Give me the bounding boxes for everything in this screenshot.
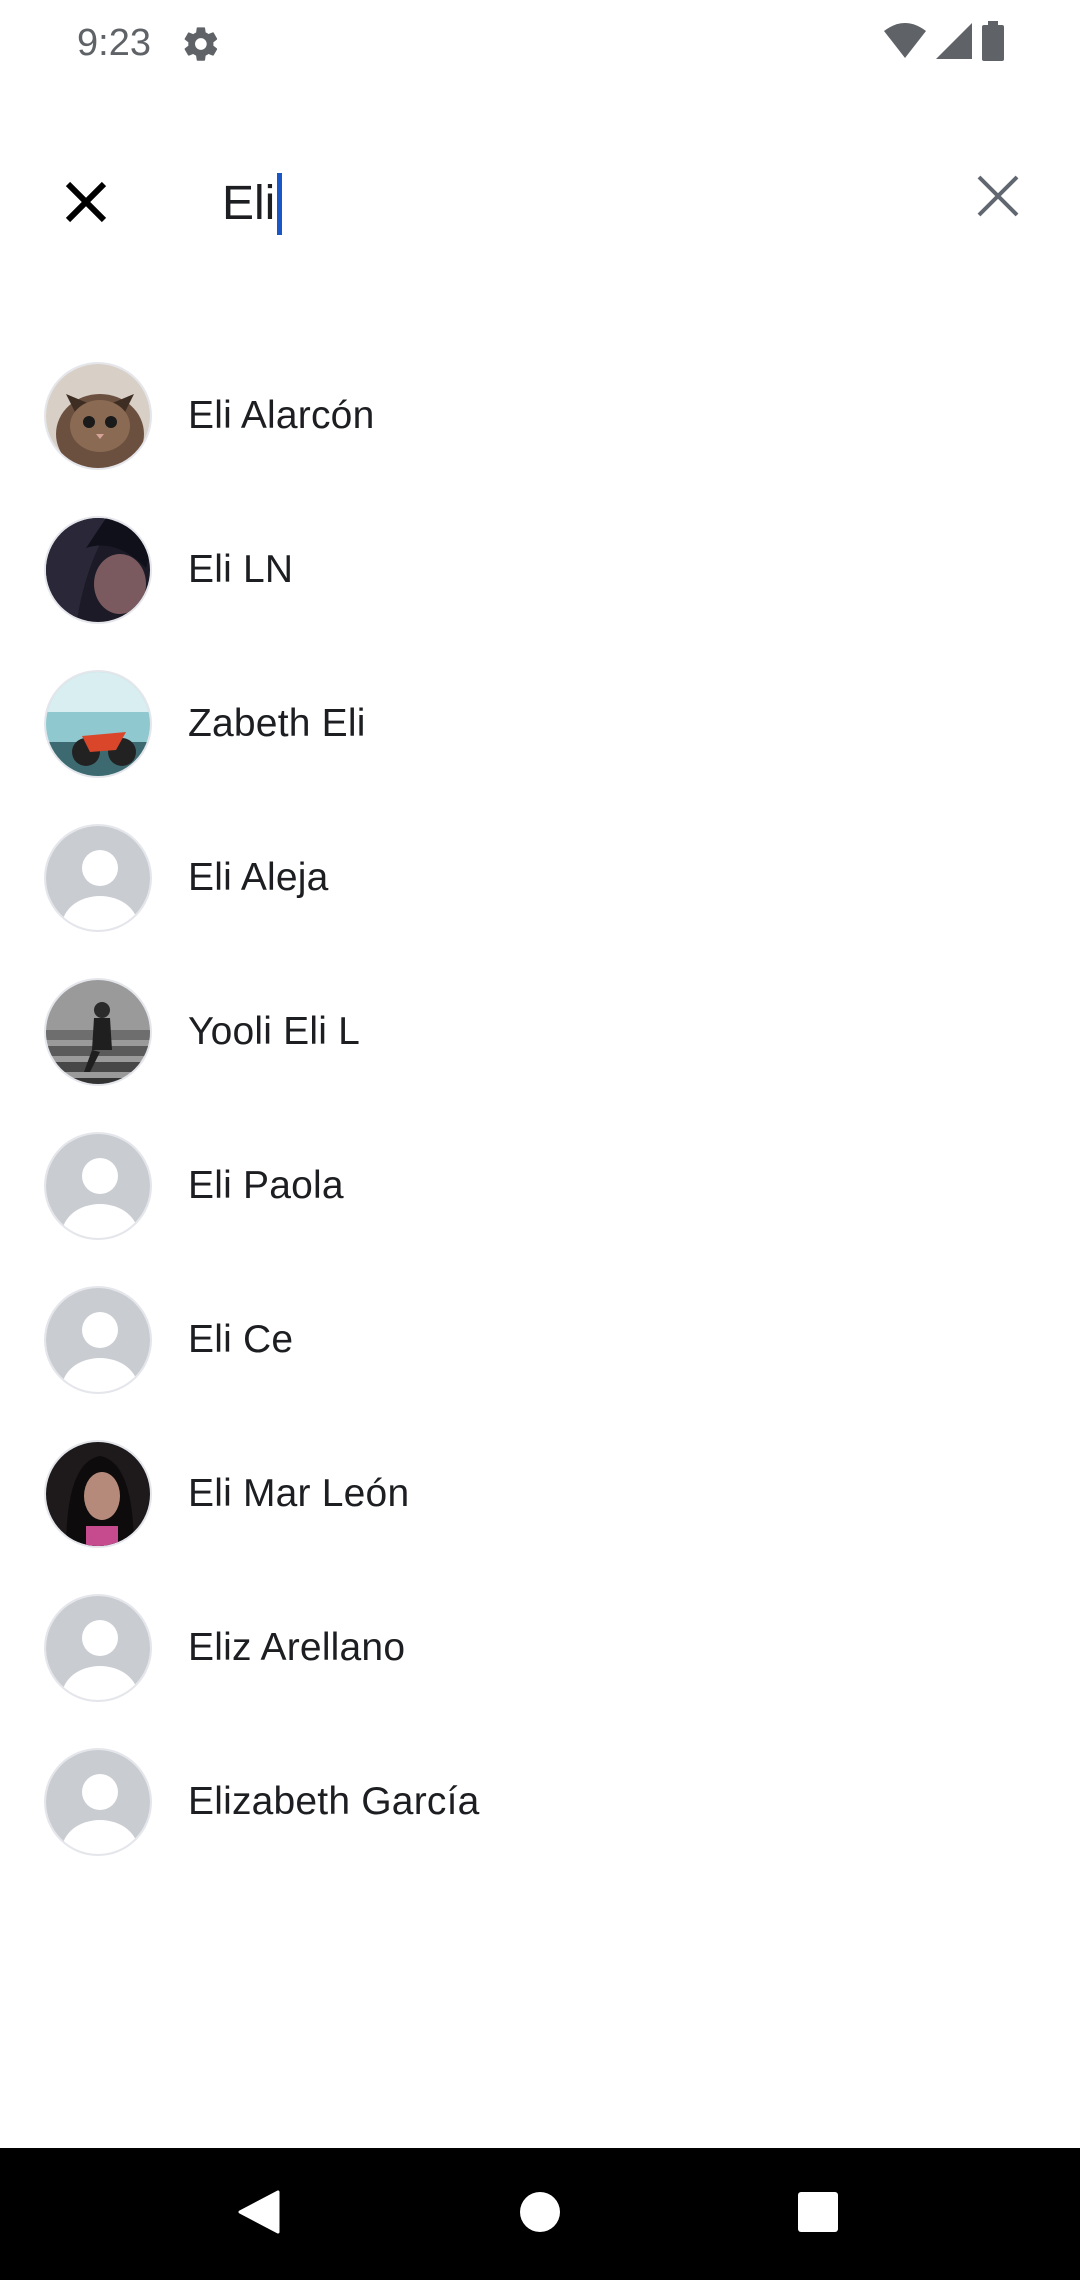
list-item[interactable]: Zabeth Eli [0, 647, 1080, 801]
default-avatar [44, 824, 152, 932]
wifi-icon [884, 22, 926, 64]
contact-name: Zabeth Eli [188, 702, 366, 745]
recents-button[interactable] [782, 2178, 854, 2250]
search-header: Eli [0, 140, 1080, 260]
default-avatar [44, 1132, 152, 1240]
recents-icon [797, 2191, 839, 2238]
avatar-photo-dark [44, 516, 152, 624]
avatar-photo-motorcycle [44, 670, 152, 778]
contact-name: Eli Mar León [188, 1472, 410, 1515]
clear-search-button[interactable] [962, 162, 1034, 234]
list-item[interactable]: Eli Alarcón [0, 339, 1080, 493]
back-button[interactable] [222, 2178, 294, 2250]
contact-name: Yooli Eli L [188, 1010, 361, 1053]
list-item[interactable]: Eli LN [0, 493, 1080, 647]
list-item[interactable]: Eliz Arellano [0, 1571, 1080, 1725]
default-avatar [44, 1286, 152, 1394]
avatar-photo-stairs [44, 978, 152, 1086]
list-item[interactable]: Eli Paola [0, 1109, 1080, 1263]
default-avatar [44, 1594, 152, 1702]
contact-name: Eli Alarcón [188, 394, 375, 437]
contact-name: Eliz Arellano [188, 1626, 406, 1669]
status-icons [884, 20, 1004, 66]
cellular-signal-icon [936, 22, 972, 64]
close-icon [64, 180, 108, 229]
contact-name: Eli Aleja [188, 856, 329, 899]
contact-name: Eli LN [188, 548, 294, 591]
contact-name: Elizabeth García [188, 1780, 480, 1823]
list-item[interactable]: Eli Mar León [0, 1417, 1080, 1571]
clear-icon [976, 174, 1020, 223]
system-navigation-bar [0, 2148, 1080, 2280]
avatar-photo-portrait [44, 1440, 152, 1548]
settings-icon [181, 24, 221, 64]
contact-name: Eli Ce [188, 1318, 294, 1361]
text-caret [277, 173, 283, 235]
battery-icon [982, 20, 1004, 66]
status-time: 9:23 [77, 22, 151, 64]
search-input-value: Eli [222, 177, 276, 230]
status-bar: 9:23 [0, 0, 1080, 88]
back-icon [236, 2188, 280, 2241]
search-results-list: Eli Alarcón Eli LN Zabeth Eli Eli Aleja … [0, 339, 1080, 1879]
search-input[interactable]: Eli [222, 164, 283, 244]
list-item[interactable]: Elizabeth García [0, 1725, 1080, 1879]
home-button[interactable] [504, 2178, 576, 2250]
contact-name: Eli Paola [188, 1164, 344, 1207]
avatar-photo-cat [44, 362, 152, 470]
list-item[interactable]: Yooli Eli L [0, 955, 1080, 1109]
close-search-button[interactable] [50, 168, 122, 240]
home-icon [518, 2190, 562, 2239]
list-item[interactable]: Eli Ce [0, 1263, 1080, 1417]
list-item[interactable]: Eli Aleja [0, 801, 1080, 955]
default-avatar [44, 1748, 152, 1856]
